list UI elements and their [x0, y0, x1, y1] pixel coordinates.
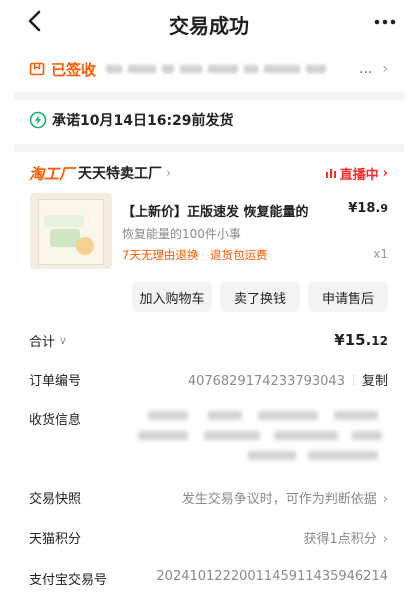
shop-brand-logo: 淘工厂 — [29, 164, 75, 183]
shop-row[interactable]: 淘工厂 天天特卖工厂 › 直播中 › — [29, 162, 388, 184]
chevron-right-icon: › — [382, 165, 388, 181]
tmall-points-row[interactable]: 天猫积分 获得1点积分 › — [29, 528, 388, 547]
order-actions: 加入购物车 卖了换钱 申请售后 — [132, 282, 388, 312]
product-image[interactable] — [30, 193, 112, 269]
product-price: ¥18.9 — [348, 201, 388, 216]
divider — [14, 144, 404, 152]
alipay-trade-row: 支付宝交易号 2024101222001145911435946214 — [29, 569, 388, 588]
total-label: 合计 — [29, 335, 56, 350]
chevron-right-icon: › — [382, 532, 388, 547]
blurred-address — [138, 407, 388, 467]
order-number-label: 订单编号 — [29, 374, 82, 389]
copy-button[interactable]: 复制 — [362, 374, 388, 389]
nav-bar: 交易成功 — [0, 0, 418, 44]
tmall-points-label: 天猫积分 — [29, 532, 82, 547]
shipping-promise: 承诺10月14日16:29前发货 — [29, 109, 234, 131]
promise-text: 承诺10月14日16:29前发货 — [52, 113, 234, 129]
chevron-right-icon: › — [382, 61, 388, 77]
service-tags: 7天无理由退换 退货包运费 — [122, 247, 267, 263]
tag-return: 7天无理由退换 — [122, 248, 199, 262]
divider — [14, 92, 404, 100]
live-badge[interactable]: 直播中 › — [325, 164, 388, 183]
chevron-right-icon: › — [166, 165, 172, 181]
package-icon — [29, 62, 45, 76]
live-bars-icon — [325, 169, 336, 178]
snapshot-label: 交易快照 — [29, 492, 82, 507]
snapshot-value: 发生交易争议时，可作为判断依据 — [181, 492, 377, 507]
total-amount: ¥15.12 — [334, 331, 388, 349]
chevron-down-icon: ∨ — [59, 334, 68, 347]
ellipsis: ... — [359, 61, 373, 77]
tag-free-return-shipping: 退货包运费 — [209, 248, 268, 262]
live-label: 直播中 — [339, 167, 379, 183]
signed-label: 已签收 — [51, 60, 97, 79]
after-sales-button[interactable]: 申请售后 — [308, 282, 388, 312]
product-subtitle: 恢复能量的100件小事 — [122, 227, 241, 241]
lightning-icon — [29, 111, 47, 129]
page-title: 交易成功 — [169, 14, 249, 38]
alipay-label: 支付宝交易号 — [29, 573, 108, 588]
resell-button[interactable]: 卖了换钱 — [220, 282, 300, 312]
more-icon[interactable] — [372, 12, 398, 32]
blurred-logistics-info — [106, 63, 355, 75]
alipay-trade-number: 2024101222001145911435946214 — [156, 569, 388, 584]
shop-name[interactable]: 天天特卖工厂 — [78, 163, 162, 183]
tmall-points-value: 获得1点积分 — [303, 532, 377, 547]
add-to-cart-button[interactable]: 加入购物车 — [132, 282, 212, 312]
product-title[interactable]: 【上新价】正版速发 恢复能量的 — [122, 201, 332, 220]
total-row[interactable]: 合计 ∨ ¥15.12 — [29, 331, 388, 350]
logistics-row[interactable]: 已签收 ... › — [29, 58, 388, 80]
address-label: 收货信息 — [29, 413, 82, 428]
order-number-row: 订单编号 4076829174233793043 复制 — [29, 370, 388, 389]
product-quantity: x1 — [373, 247, 388, 261]
order-number: 4076829174233793043 — [187, 374, 345, 389]
snapshot-row[interactable]: 交易快照 发生交易争议时，可作为判断依据 › — [29, 488, 388, 507]
chevron-right-icon: › — [382, 492, 388, 507]
